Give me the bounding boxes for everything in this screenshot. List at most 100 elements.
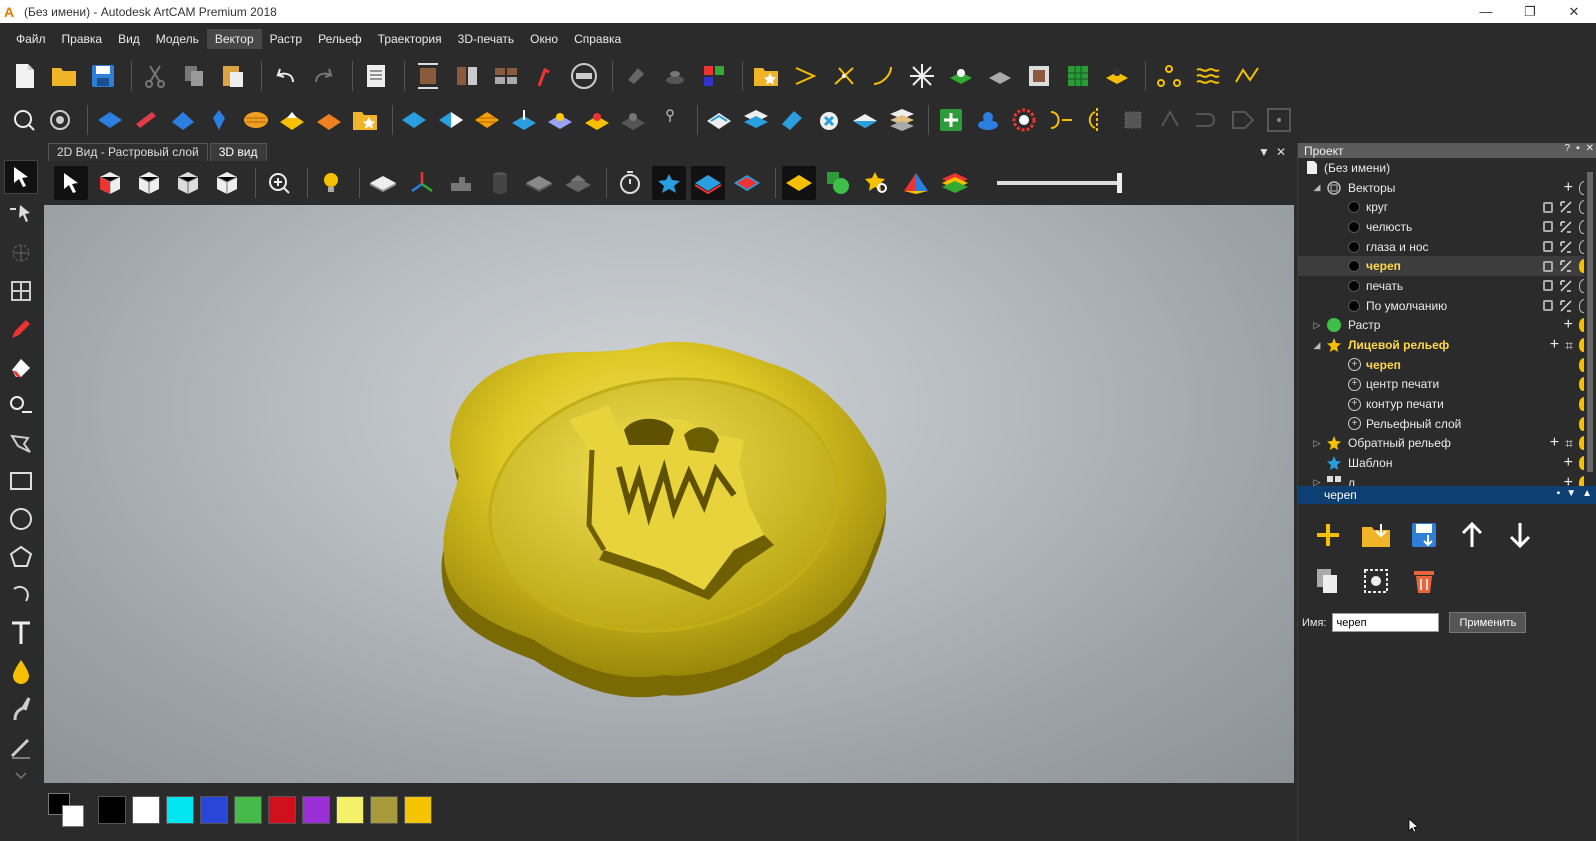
- add-icon[interactable]: +: [1564, 179, 1573, 197]
- node-edit-button[interactable]: [827, 59, 861, 93]
- color-swatch[interactable]: [132, 796, 160, 824]
- nodes-button[interactable]: [1152, 59, 1186, 93]
- edit-layer-icon[interactable]: [1559, 220, 1573, 234]
- edit-layer-icon[interactable]: [1559, 200, 1573, 214]
- save-button[interactable]: [86, 59, 120, 93]
- tree-row[interactable]: глаза и нос: [1298, 237, 1596, 257]
- stripes-button[interactable]: [472, 103, 503, 137]
- zoom-view-button[interactable]: [262, 166, 296, 200]
- color-swatch[interactable]: [404, 796, 432, 824]
- stopwatch-button[interactable]: [613, 166, 647, 200]
- save-layer-icon[interactable]: [1405, 516, 1443, 554]
- toolpath-view-button[interactable]: [444, 166, 478, 200]
- dock-icon[interactable]: ▪: [1557, 488, 1561, 499]
- tree-row[interactable]: ◢ Векторы +: [1298, 178, 1596, 198]
- tree-scrollbar[interactable]: [1584, 158, 1596, 486]
- polyline-tool[interactable]: [4, 426, 38, 460]
- right-view-button[interactable]: [210, 166, 244, 200]
- color-blocks-button[interactable]: [697, 59, 731, 93]
- add-layer-icon[interactable]: [1309, 516, 1347, 554]
- copy-layer-icon[interactable]: [1309, 562, 1347, 600]
- menu-window[interactable]: Окно: [522, 29, 566, 49]
- star-burst-button[interactable]: [905, 59, 939, 93]
- background-color[interactable]: [62, 805, 84, 827]
- select-arrow-tool[interactable]: [4, 160, 38, 194]
- axes-button[interactable]: [405, 166, 439, 200]
- expanded-arrow-icon[interactable]: ◢: [1312, 340, 1322, 351]
- rectangle-tool[interactable]: [4, 464, 38, 498]
- layer-color-icon[interactable]: [1348, 201, 1360, 214]
- slider-thumb[interactable]: [1117, 173, 1122, 193]
- polygon-tool[interactable]: [4, 540, 38, 574]
- apply-button[interactable]: Применить: [1449, 612, 1527, 633]
- tree-row[interactable]: печать: [1298, 276, 1596, 296]
- menu-edit[interactable]: Правка: [54, 29, 111, 49]
- edit-layer-icon[interactable]: [1559, 240, 1573, 254]
- menu-vector[interactable]: Вектор: [206, 29, 262, 49]
- smudge-tool[interactable]: [4, 692, 38, 726]
- blue-shape-button[interactable]: [203, 103, 234, 137]
- gold-plate-button[interactable]: [276, 103, 307, 137]
- collapsed-arrow-icon[interactable]: ▷: [1312, 477, 1322, 486]
- grid-options-icon[interactable]: ⌗: [1565, 337, 1573, 354]
- polyline-button[interactable]: [1230, 59, 1264, 93]
- close-button[interactable]: ✕: [1552, 0, 1596, 23]
- left-view-button[interactable]: [171, 166, 205, 200]
- red-sweep-button[interactable]: [130, 103, 161, 137]
- color-swatch[interactable]: [98, 796, 126, 824]
- vector-angle-button[interactable]: [788, 59, 822, 93]
- blue-star-view-button[interactable]: [652, 166, 686, 200]
- move-up-icon[interactable]: [1453, 516, 1491, 554]
- menu-view[interactable]: Вид: [110, 29, 148, 49]
- help-icon[interactable]: ?: [1565, 143, 1571, 154]
- tree-row[interactable]: челюсть: [1298, 217, 1596, 237]
- select-layer-icon[interactable]: [1357, 562, 1395, 600]
- color-swatch[interactable]: [166, 796, 194, 824]
- color-swatch[interactable]: [268, 796, 296, 824]
- reset-relief-button[interactable]: [813, 103, 844, 137]
- tree-row[interactable]: + контур печати: [1298, 394, 1596, 414]
- add-icon[interactable]: +: [1564, 474, 1573, 486]
- collapse-icon[interactable]: ▼: [1566, 488, 1576, 499]
- grid-tool[interactable]: [4, 274, 38, 308]
- copy-button[interactable]: [177, 59, 211, 93]
- multi-layer-button[interactable]: [886, 103, 917, 137]
- tree-row[interactable]: (Без имени): [1298, 158, 1596, 178]
- more-tools-icon[interactable]: [4, 768, 38, 782]
- gold-layer-view-button[interactable]: [782, 166, 816, 200]
- color-swatch[interactable]: [302, 796, 330, 824]
- blue-cut-button[interactable]: [703, 103, 734, 137]
- undo-button[interactable]: [268, 59, 302, 93]
- restore-button[interactable]: ❐: [1508, 0, 1552, 23]
- delete-layer-icon[interactable]: [1405, 562, 1443, 600]
- orbit-tool-button[interactable]: [44, 103, 75, 137]
- layer-color-icon[interactable]: [1348, 279, 1360, 292]
- menu-relief[interactable]: Рельеф: [310, 29, 370, 49]
- menu-model[interactable]: Модель: [148, 29, 207, 49]
- pin-button[interactable]: [654, 103, 685, 137]
- tab-2d-view[interactable]: 2D Вид - Растровый слой: [48, 143, 208, 161]
- add-icon[interactable]: +: [1550, 336, 1559, 354]
- layer-color-icon[interactable]: [1348, 220, 1360, 233]
- add-icon[interactable]: +: [1564, 316, 1573, 334]
- relief-eraser-button[interactable]: [619, 59, 653, 93]
- collapsed-arrow-icon[interactable]: ▷: [1312, 438, 1322, 449]
- open-favourite-button[interactable]: [749, 59, 783, 93]
- tree-row[interactable]: + Рельефный слой: [1298, 414, 1596, 434]
- pattern-button[interactable]: [545, 103, 576, 137]
- eraser-tool[interactable]: [4, 350, 38, 384]
- tabs-close-icon[interactable]: ✕: [1276, 145, 1286, 159]
- 3d-viewport[interactable]: [44, 205, 1294, 783]
- scrollbar-thumb[interactable]: [1587, 172, 1593, 472]
- orange-relief-button[interactable]: [313, 103, 344, 137]
- wave-lines-button[interactable]: [1191, 59, 1225, 93]
- color-pyramid-button[interactable]: [899, 166, 933, 200]
- stack-layers-button[interactable]: [740, 103, 771, 137]
- grey-stack-button[interactable]: [561, 166, 595, 200]
- lock-icon[interactable]: [1543, 280, 1553, 292]
- arc-tool[interactable]: [4, 578, 38, 612]
- menu-raster[interactable]: Растр: [262, 29, 310, 49]
- tab-3d-view[interactable]: 3D вид: [209, 143, 267, 161]
- model-size-button[interactable]: [411, 59, 445, 93]
- tree-row[interactable]: круг: [1298, 197, 1596, 217]
